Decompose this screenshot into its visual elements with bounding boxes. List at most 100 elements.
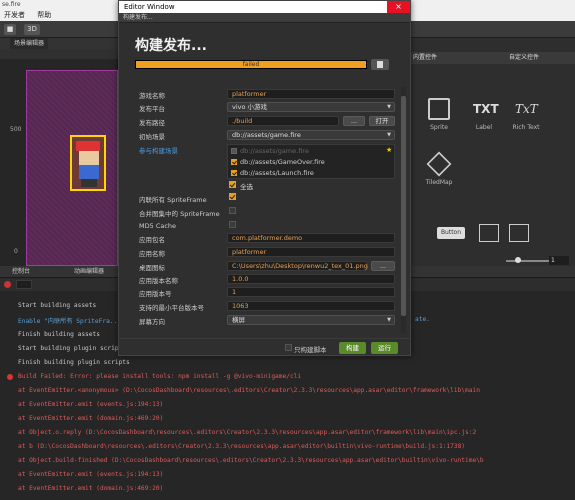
- scene-checkbox[interactable]: [231, 170, 237, 176]
- select-all-label: 全选: [240, 183, 253, 191]
- tab-custom-widgets[interactable]: 自定义控件: [509, 52, 539, 64]
- orientation-select[interactable]: 横屏: [227, 315, 395, 325]
- start-scene-label: 初始场景: [139, 133, 165, 141]
- clear-console-icon[interactable]: [4, 281, 11, 288]
- menu-developer[interactable]: 开发者: [4, 11, 25, 19]
- log-line: Enable "内联所有 SpriteFra...: [18, 318, 121, 325]
- game-name-label: 游戏名称: [139, 92, 165, 100]
- log-stack: at b (D:\CocosDashboard\resources\.edito…: [18, 443, 466, 450]
- page-title: 构建发布...: [135, 38, 207, 54]
- sprite-icon: [428, 98, 450, 120]
- scene-tabbar: 场景编辑器: [0, 38, 118, 49]
- app-name-input[interactable]: platformer: [227, 247, 395, 257]
- scene-toolbar: [0, 49, 118, 59]
- widget-sprite[interactable]: Sprite: [419, 98, 459, 131]
- build-path-input[interactable]: ./build: [227, 116, 339, 126]
- scene-checkbox[interactable]: [231, 159, 237, 165]
- browse-path-button[interactable]: ...: [343, 116, 365, 126]
- md5-cache-label: MD5 Cache: [139, 222, 177, 230]
- version-name-label: 应用版本名称: [139, 277, 178, 285]
- log-error: Build Failed: Error: please install tool…: [18, 373, 302, 380]
- menu-help[interactable]: 帮助: [37, 11, 51, 19]
- character-body: [79, 165, 99, 179]
- log-stack: at Object.build-finished (D:\CocosDashbo…: [18, 457, 484, 464]
- min-platform-input[interactable]: 1063: [227, 301, 395, 311]
- md5-cache-checkbox[interactable]: [229, 221, 236, 228]
- widget-label: TiledMap: [425, 179, 453, 186]
- ruler-label: 0: [14, 248, 18, 255]
- character-hat: [76, 141, 100, 151]
- dialog-titlebar: Editor Window: [119, 1, 410, 13]
- build-button[interactable]: 构建: [339, 342, 366, 354]
- console-filter-input[interactable]: [16, 280, 32, 289]
- widget-label: Rich Text: [512, 124, 540, 131]
- desktop-icon-input[interactable]: C:\Users\zhu\Desktop\renwu2_tex_01.png: [227, 261, 368, 271]
- zoom-slider-handle[interactable]: [515, 257, 521, 263]
- log-stack: at EventEmitter.emit (events.js:194:13): [18, 471, 164, 478]
- character-face: [79, 151, 99, 165]
- transform-tool-icon[interactable]: ■: [4, 24, 16, 35]
- scene-item[interactable]: db://assets/game.fire: [231, 147, 309, 155]
- scene-item[interactable]: db://assets/Launch.fire: [231, 169, 314, 177]
- run-button[interactable]: 运行: [371, 342, 398, 354]
- star-icon: ★: [386, 146, 393, 154]
- inline-spriteframe-label: 内联所有 SpriteFrame: [139, 196, 207, 204]
- tab-scene-editor[interactable]: 场景编辑器: [10, 38, 49, 49]
- platform-select[interactable]: vivo 小游戏: [227, 102, 395, 112]
- inline-spriteframe-checkbox[interactable]: [229, 193, 236, 200]
- only-script-label: 只构建脚本: [294, 346, 327, 354]
- build-dialog: Editor Window × 构建发布... 构建发布... failed 游…: [118, 0, 411, 356]
- log-stack: at EventEmitter.emit (domain.js:469:20): [18, 415, 164, 422]
- scrollview-icon[interactable]: [509, 224, 529, 242]
- version-name-input[interactable]: 1.0.0: [227, 274, 395, 284]
- toggle-3d-button[interactable]: 3D: [24, 24, 40, 35]
- zoom-value[interactable]: 1: [549, 256, 569, 265]
- scene-item[interactable]: db://assets/GameOver.fire: [231, 158, 325, 166]
- button-icon: Button: [437, 227, 465, 239]
- game-name-input[interactable]: platformer: [227, 89, 395, 99]
- log-stack: at EventEmitter.emit (domain.js:469:20): [18, 485, 164, 492]
- tiledmap-icon: [426, 151, 452, 177]
- open-log-button[interactable]: [371, 59, 389, 70]
- start-scene-select[interactable]: db://assets/game.fire: [227, 130, 395, 140]
- min-platform-label: 支持的最小平台版本号: [139, 304, 204, 312]
- log-stack: at Object.o.reply (D:\CocosDashboard\res…: [18, 429, 477, 436]
- widget-label: Label: [475, 124, 493, 131]
- widget-rich-text[interactable]: TxT Rich Text: [506, 98, 546, 131]
- select-all-checkbox[interactable]: [229, 181, 236, 188]
- included-scenes-label[interactable]: 参与构建场景: [139, 145, 178, 155]
- log-line-tail: ate.: [415, 316, 430, 323]
- footer-divider: [119, 338, 410, 339]
- scene-list: db://assets/game.fire db://assets/GameOv…: [227, 144, 395, 179]
- package-name-label: 应用包名: [139, 236, 165, 244]
- desktop-icon-label: 桌面图标: [139, 264, 165, 272]
- merge-spriteframe-checkbox[interactable]: [229, 207, 236, 214]
- character-legs: [81, 179, 97, 187]
- scene-checkbox[interactable]: [231, 148, 237, 154]
- package-name-input[interactable]: com.platformer.demo: [227, 233, 395, 243]
- log-line: Finish building assets: [18, 331, 100, 338]
- label-icon: TXT: [473, 102, 499, 116]
- scene-path: db://assets/Launch.fire: [240, 169, 314, 177]
- close-icon[interactable]: ×: [387, 1, 410, 13]
- widget-tiledmap[interactable]: TiledMap: [419, 151, 459, 186]
- zoom-slider[interactable]: [506, 260, 550, 262]
- dialog-scrollbar-thumb[interactable]: [401, 96, 406, 316]
- log-line: Start building plugin scripts: [18, 345, 127, 352]
- browse-icon-button[interactable]: ...: [371, 261, 395, 271]
- tab-console[interactable]: 控制台: [12, 266, 30, 278]
- scene-path: db://assets/GameOver.fire: [240, 158, 325, 166]
- only-script-checkbox[interactable]: [285, 344, 292, 351]
- platform-label: 发布平台: [139, 105, 165, 113]
- tab-animation-editor[interactable]: 动画编辑器: [74, 266, 104, 278]
- open-path-button[interactable]: 打开: [369, 116, 395, 126]
- tab-builtin-widgets[interactable]: 内置控件: [413, 52, 437, 64]
- widget-label[interactable]: TXT Label: [464, 98, 504, 131]
- character-sprite[interactable]: [70, 135, 106, 191]
- log-stack: at EventEmitter.emit (events.js:194:13): [18, 401, 164, 408]
- version-number-input[interactable]: 1: [227, 287, 395, 297]
- build-path-label: 发布路径: [139, 119, 165, 127]
- orientation-label: 屏幕方向: [139, 318, 165, 326]
- widget-button[interactable]: Button: [431, 227, 471, 239]
- layout-icon[interactable]: [479, 224, 499, 242]
